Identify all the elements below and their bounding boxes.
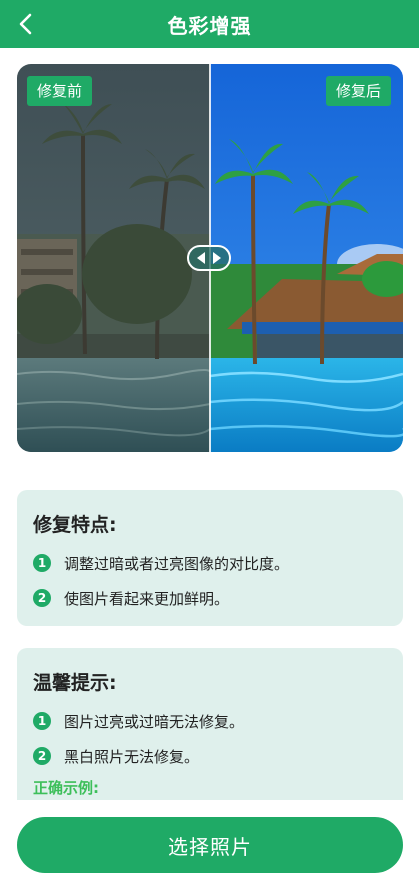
compare-slider-handle[interactable] [187, 245, 231, 271]
list-item: 2 黑白照片无法修复。 [33, 744, 387, 768]
features-card: 修复特点: 1 调整过暗或者过亮图像的对比度。 2 使图片看起来更加鲜明。 [17, 490, 403, 626]
features-title: 修复特点: [33, 514, 117, 536]
after-label: 修复后 [325, 76, 391, 106]
feature-text: 调整过暗或者过亮图像的对比度。 [64, 554, 290, 573]
select-photo-button[interactable]: 选择照片 [17, 817, 403, 873]
correct-example-label: 正确示例: [33, 779, 99, 797]
before-label: 修复前 [27, 76, 93, 106]
number-badge: 1 [33, 554, 51, 572]
back-button[interactable] [10, 8, 42, 40]
list-item: 2 使图片看起来更加鲜明。 [33, 586, 387, 610]
before-after-compare[interactable]: 修复前 修复后 [17, 64, 403, 452]
left-right-arrows-icon [197, 252, 221, 264]
number-badge: 1 [33, 712, 51, 730]
top-bar: 色彩增强 [0, 0, 419, 48]
color-enhance-page: 色彩增强 修复前 修复后 修复特点: 1 调整过暗或者过亮图像的对比度。 2 使… [0, 0, 419, 880]
feature-text: 使图片看起来更加鲜明。 [64, 589, 230, 608]
list-item: 1 调整过暗或者过亮图像的对比度。 [33, 551, 387, 575]
tips-card: 温馨提示: 1 图片过亮或过暗无法修复。 2 黑白照片无法修复。 正确示例: [17, 648, 403, 818]
number-badge: 2 [33, 747, 51, 765]
tip-text: 黑白照片无法修复。 [64, 747, 200, 766]
page-title: 色彩增强 [167, 13, 252, 38]
tips-title: 温馨提示: [33, 672, 117, 694]
number-badge: 2 [33, 589, 51, 607]
chevron-left-icon [19, 13, 32, 35]
list-item: 1 图片过亮或过暗无法修复。 [33, 709, 387, 733]
tip-text: 图片过亮或过暗无法修复。 [64, 712, 245, 731]
